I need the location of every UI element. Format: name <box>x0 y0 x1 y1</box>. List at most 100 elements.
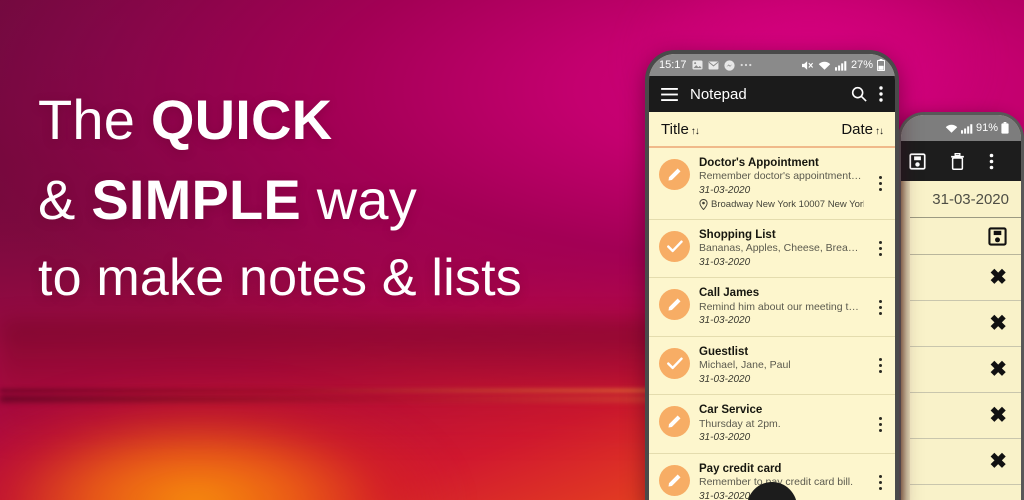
note-title: Guestlist <box>699 345 749 358</box>
promo-banner: The QUICK & SIMPLE way to make notes & l… <box>0 0 1024 500</box>
note-title: Doctor's Appointment <box>699 157 819 169</box>
hamburger-menu-icon[interactable] <box>661 87 678 101</box>
note-overflow-menu[interactable] <box>873 241 887 257</box>
note-subtitle: Remember doctor's appointment. Tu… <box>699 170 864 183</box>
pencil-icon <box>667 297 682 312</box>
signal-icon <box>834 60 847 71</box>
note-overflow-menu[interactable] <box>873 475 887 491</box>
secondary-checklist: ✖ ✖ ✖ ✖ ✖ <box>901 255 1021 500</box>
sort-title-label: Title <box>661 120 689 138</box>
sort-header-row: Title ↑↓ Date ↑↓ <box>649 112 895 148</box>
save-disk-icon[interactable] <box>909 152 926 170</box>
close-x-icon[interactable]: ✖ <box>989 403 1007 428</box>
secondary-status-bar: 91% <box>901 115 1021 141</box>
pencil-icon <box>667 167 682 182</box>
sort-date-label: Date <box>841 120 873 138</box>
note-location-text: Broadway New York 10007 New York… <box>711 198 864 210</box>
headline-line-2-plain-b: way <box>300 168 417 231</box>
signal-icon <box>960 123 973 134</box>
checklist-row[interactable]: ✖ <box>901 393 1021 439</box>
close-x-icon[interactable]: ✖ <box>989 449 1007 474</box>
note-date: 31-03-2020 <box>699 256 751 268</box>
note-overflow-menu[interactable] <box>873 175 887 191</box>
list-item[interactable]: Call James Remind him about our meeting … <box>649 278 895 337</box>
battery-icon <box>877 59 885 71</box>
notes-list: Doctor's Appointment Remember doctor's a… <box>649 148 895 500</box>
search-icon[interactable] <box>851 86 867 102</box>
note-subtitle: Remind him about our meeting tomo… <box>699 300 864 313</box>
checklist-row[interactable]: ✖ <box>901 347 1021 393</box>
promo-headline: The QUICK & SIMPLE way to make notes & l… <box>38 92 638 307</box>
note-date: 31-03-2020 <box>699 185 751 197</box>
status-time: 15:17 <box>659 59 687 71</box>
save-disk-icon[interactable] <box>988 226 1007 246</box>
list-item[interactable]: Car Service Thursday at 2pm. 31-03-2020 <box>649 395 895 454</box>
headline-line-1-bold: QUICK <box>150 88 333 151</box>
pencil-icon <box>667 414 682 429</box>
note-subtitle: Thursday at 2pm. <box>699 417 781 430</box>
wifi-icon <box>818 60 831 71</box>
headline-line-1: The QUICK <box>38 92 638 148</box>
mail-icon <box>708 60 719 70</box>
note-subtitle: Michael, Jane, Paul <box>699 359 791 372</box>
primary-phone-mockup: 15:17 27% Notepad Title ↑↓ Date ↑↓ Docto… <box>645 50 899 500</box>
sort-by-title[interactable]: Title ↑↓ <box>661 120 700 138</box>
note-date: 31-03-2020 <box>699 315 751 327</box>
secondary-phone-screen: 91% 31-03-2020 ✖ ✖ ✖ ✖ ✖ <box>901 115 1021 500</box>
note-type-avatar <box>659 230 690 262</box>
note-title: Pay credit card <box>699 462 782 475</box>
close-x-icon[interactable]: ✖ <box>989 311 1007 336</box>
kebab-menu-icon[interactable] <box>989 153 994 170</box>
note-title: Car Service <box>699 404 763 417</box>
note-type-avatar <box>659 289 690 321</box>
note-overflow-menu[interactable] <box>873 299 887 315</box>
secondary-save-row[interactable] <box>901 218 1021 255</box>
note-type-avatar <box>659 347 690 379</box>
trash-icon[interactable] <box>950 152 965 170</box>
check-icon <box>666 240 683 253</box>
checklist-row[interactable]: ✖ <box>901 255 1021 301</box>
checklist-row-empty[interactable] <box>901 485 1021 500</box>
note-date: 31-03-2020 <box>699 373 751 385</box>
checklist-row[interactable]: ✖ <box>901 439 1021 485</box>
sort-arrows-icon: ↑↓ <box>875 125 884 137</box>
note-title: Call James <box>699 287 760 300</box>
note-date: 31-03-2020 <box>699 432 751 444</box>
map-pin-icon <box>699 198 708 210</box>
secondary-phone-edge-shadow <box>901 181 910 500</box>
sort-arrows-icon: ↑↓ <box>690 125 700 137</box>
headline-line-1-plain: The <box>38 88 151 151</box>
close-x-icon[interactable]: ✖ <box>989 357 1007 382</box>
check-icon <box>666 357 683 370</box>
note-title: Shopping List <box>699 228 776 241</box>
list-item[interactable]: Guestlist Michael, Jane, Paul 31-03-2020 <box>649 337 895 396</box>
primary-app-bar: Notepad <box>649 76 895 112</box>
battery-icon <box>1001 122 1009 134</box>
secondary-app-bar <box>901 141 1021 181</box>
secondary-phone-mockup: 91% 31-03-2020 ✖ ✖ ✖ ✖ ✖ <box>898 112 1024 500</box>
app-title: Notepad <box>690 85 747 103</box>
mute-icon <box>801 60 814 71</box>
note-overflow-menu[interactable] <box>873 416 887 432</box>
list-item[interactable]: Shopping List Bananas, Apples, Cheese, B… <box>649 220 895 279</box>
battery-percent-label: 91% <box>975 122 998 134</box>
note-type-avatar <box>659 406 690 438</box>
more-dots-icon <box>740 63 752 67</box>
kebab-menu-icon[interactable] <box>879 86 883 102</box>
note-type-avatar <box>659 159 690 190</box>
pencil-icon <box>667 473 682 488</box>
note-location: Broadway New York 10007 New York… <box>699 198 864 211</box>
close-x-icon[interactable]: ✖ <box>989 265 1007 290</box>
image-icon <box>692 60 703 70</box>
note-subtitle: Bananas, Apples, Cheese, Bread, Milk <box>699 242 864 255</box>
wifi-icon <box>945 123 958 134</box>
messenger-icon <box>723 59 735 71</box>
note-type-avatar <box>659 464 690 496</box>
headline-line-2: & SIMPLE way <box>38 172 638 228</box>
sort-by-date[interactable]: Date ↑↓ <box>841 120 884 138</box>
headline-line-2-plain-a: & <box>38 168 92 231</box>
list-item[interactable]: Doctor's Appointment Remember doctor's a… <box>649 148 895 220</box>
headline-line-3: to make notes & lists <box>38 249 522 307</box>
checklist-row[interactable]: ✖ <box>901 301 1021 347</box>
note-overflow-menu[interactable] <box>873 358 887 374</box>
